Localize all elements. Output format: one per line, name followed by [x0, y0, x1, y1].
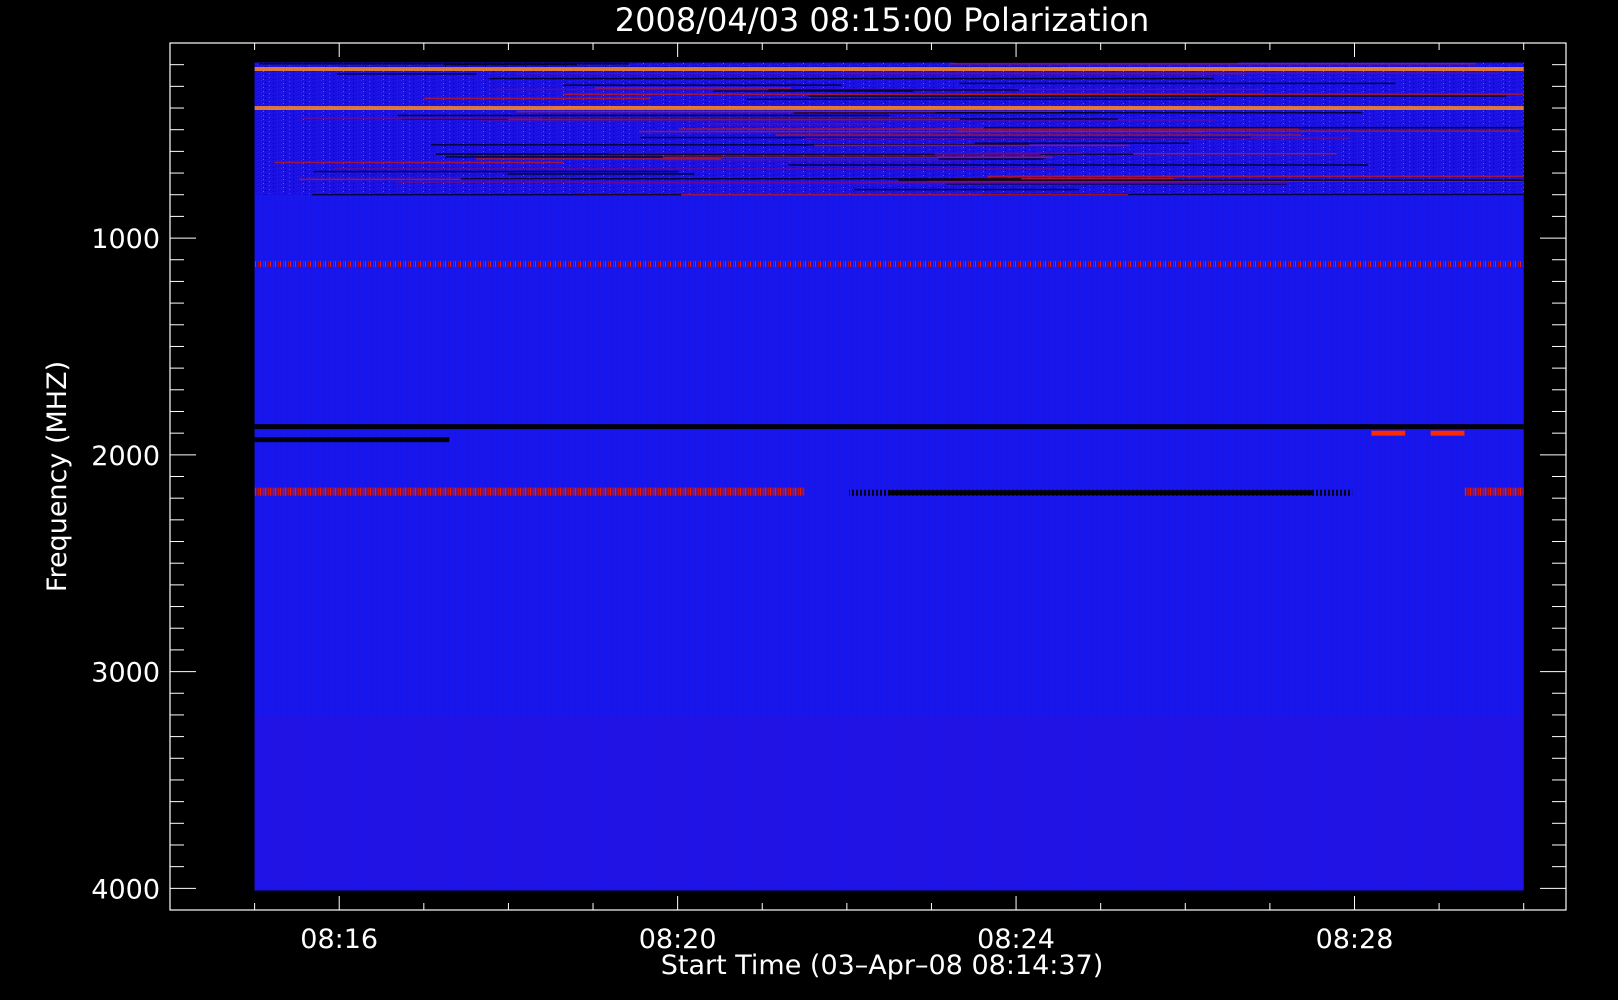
noise-line: [594, 87, 791, 89]
noise-line: [984, 152, 1083, 155]
noise-line: [679, 128, 1300, 130]
red-spot: [1430, 430, 1465, 436]
noise-line: [949, 62, 1476, 65]
noise-line: [313, 170, 679, 173]
noise-line: [515, 72, 1214, 75]
noise-line: [804, 137, 1350, 140]
noise-line: [938, 158, 1045, 160]
red-line-fill: [1464, 487, 1524, 496]
y-axis-label: Frequency (MHZ): [42, 361, 73, 592]
noise-line: [507, 118, 961, 121]
dashed-line: [254, 261, 1524, 268]
noise-line: [958, 93, 1524, 95]
y-tick-label: 3000: [91, 658, 160, 689]
chart-title: 2008/04/03 08:15:00 Polarization: [615, 1, 1149, 39]
y-tick-label: 2000: [91, 441, 160, 472]
noise-line: [814, 144, 1129, 147]
noise-line: [488, 77, 1214, 80]
noise-line: [274, 161, 564, 164]
dark-band-edge: [849, 489, 1353, 496]
noise-line: [563, 84, 842, 86]
noise-line: [775, 134, 1301, 136]
red-spot: [1371, 430, 1406, 436]
noise-line: [935, 111, 1099, 114]
noise-line: [788, 164, 1369, 166]
noise-line: [333, 168, 1055, 170]
noise-line: [397, 114, 890, 117]
noise-line: [706, 122, 883, 125]
noise-line: [424, 97, 651, 100]
noise-line: [746, 98, 1217, 101]
noise-line: [460, 178, 1022, 180]
noise-line: [853, 188, 1079, 191]
noise-line: [337, 73, 477, 75]
dark-line: [254, 424, 1524, 430]
x-tick-label: 08:16: [300, 924, 378, 955]
y-tick-label: 1000: [91, 224, 160, 255]
red-line-fill: [254, 487, 805, 496]
noise-line: [808, 95, 1507, 97]
noise-line: [301, 117, 543, 120]
noise-line: [639, 130, 1202, 133]
noise-line: [713, 90, 913, 92]
noise-line: [974, 142, 1190, 145]
y-tick-label: 4000: [91, 874, 160, 905]
noise-line: [959, 82, 1396, 85]
noise-line: [662, 156, 1053, 159]
bright-line: [254, 67, 1524, 72]
noise-line: [507, 173, 695, 175]
spectrogram-chart: 08:16 08:20 08:24 08:2810002000300040002008…: [42, 1, 1567, 981]
noise-line: [898, 179, 1524, 181]
noise-line: [987, 175, 1524, 178]
dark-line: [254, 437, 450, 443]
noise-line: [983, 126, 1524, 129]
low-frequency-haze: [254, 714, 1524, 889]
x-axis-label: Start Time (03–Apr–08 08:14:37): [661, 950, 1104, 981]
noise-line: [880, 181, 1198, 183]
bright-line: [254, 106, 1524, 111]
noise-line: [311, 193, 682, 196]
noise-line: [476, 158, 722, 160]
noise-line: [259, 63, 629, 65]
x-tick-label: 08:28: [1316, 924, 1394, 955]
